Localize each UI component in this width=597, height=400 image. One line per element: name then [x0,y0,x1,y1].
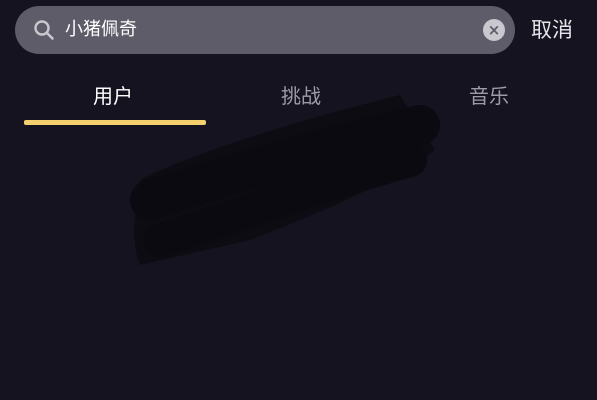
redaction-scribble [130,95,440,265]
